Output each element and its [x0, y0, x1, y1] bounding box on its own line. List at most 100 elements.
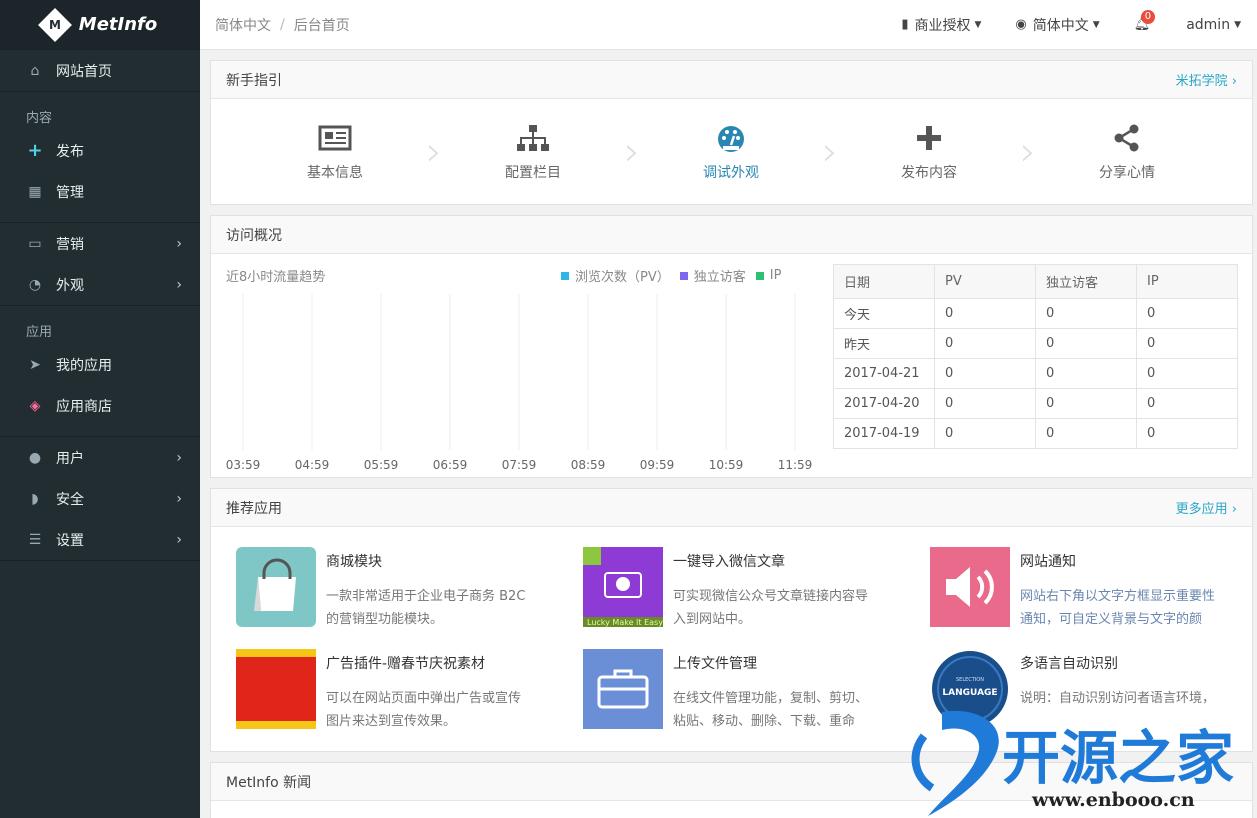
table-cell: 0 — [1136, 298, 1238, 329]
sidebar-item-label: 安全 — [56, 491, 84, 508]
ad-thumb — [236, 649, 316, 729]
step-publish-content[interactable]: 发布内容 — [875, 122, 983, 182]
caret-down-icon: ▼ — [1092, 19, 1100, 30]
chevron-right-icon: › — [822, 128, 838, 175]
sidebar-item-marketing[interactable]: ▭ 营销 › — [0, 223, 200, 264]
app-name: 一键导入微信文章 — [673, 554, 785, 570]
app-site-notice[interactable]: 网站通知 网站右下角以文字方框显示重要性通知，可自定义背景与文字的颜 — [930, 547, 1257, 629]
sidebar-item-manage[interactable]: ▦ 管理 — [0, 171, 200, 212]
more-apps-link[interactable]: 更多应用 › — [1176, 498, 1237, 517]
guide-panel: 新手指引 米拓学院 › 基本信息 › 配置栏目 › 调试外观 › 发布内容 › … — [210, 60, 1253, 205]
app-ad-plugin[interactable]: 广告插件-赠春节庆祝素材 可以在网站页面中弹出广告或宣传图片来达到宣传效果。 — [236, 649, 566, 731]
table-row: 2017-04-21 0 0 0 — [833, 358, 1238, 389]
speaker-icon — [930, 547, 1010, 627]
step-label: 分享心情 — [1099, 164, 1155, 181]
notifications-button[interactable]: 🔔︎ 0 — [1134, 10, 1156, 32]
notification-badge: 0 — [1140, 10, 1156, 24]
app-name: 上传文件管理 — [673, 656, 757, 672]
home-icon: ⌂ — [30, 62, 40, 79]
chevron-right-icon: › — [1020, 128, 1036, 175]
svg-text:开源之家: 开源之家 — [1002, 724, 1234, 792]
globe-icon: ◉ — [1015, 17, 1027, 32]
license-label: 商业授权 — [914, 17, 971, 34]
app-file-manager[interactable]: 上传文件管理 在线文件管理功能，复制、剪切、粘贴、移动、删除、下载、重命 — [583, 649, 913, 731]
table-cell: 2017-04-21 — [833, 358, 935, 389]
svg-text:SELECTION: SELECTION — [956, 677, 984, 683]
chevron-right-icon: › — [176, 449, 182, 466]
logo[interactable]: M MetInfo — [0, 0, 200, 50]
x-tick-label: 11:59 — [778, 458, 813, 470]
table-cell: 今天 — [833, 298, 935, 329]
dashboard-icon: ◔ — [28, 276, 42, 293]
user-menu[interactable]: admin ▼ — [1186, 17, 1241, 33]
step-share[interactable]: 分享心情 — [1073, 122, 1181, 182]
x-tick-label: 05:59 — [364, 458, 399, 470]
table-row: 昨天 0 0 0 — [833, 328, 1238, 359]
academy-link[interactable]: 米拓学院 › — [1176, 70, 1237, 89]
table-cell: 0 — [1035, 388, 1137, 419]
visits-table: 日期 PV 独立访客 IP 今天 0 0 0 昨天 0 0 0 2017-04-21 0 0 0 2017-0… — [833, 264, 1238, 449]
step-basic-info[interactable]: 基本信息 — [281, 122, 389, 182]
table-cell: 0 — [1136, 388, 1238, 419]
app-name: 广告插件-赠春节庆祝素材 — [326, 656, 486, 672]
table-cell: 0 — [934, 418, 1036, 449]
watermark: 开源之家 www.enbooo.cn — [902, 706, 1257, 818]
sidebar-group-content: 内容 — [26, 111, 53, 126]
sidebar-item-users[interactable]: ● 用户 › — [0, 437, 200, 478]
x-tick-label: 04:59 — [295, 458, 330, 470]
x-tick-label: 10:59 — [709, 458, 744, 470]
app-desc: 网站右下角以文字方框显示重要性通知，可自定义背景与文字的颜 — [1020, 589, 1216, 627]
table-cell: 0 — [1035, 328, 1137, 359]
sidebar-item-settings[interactable]: ☰ 设置 › — [0, 519, 200, 560]
sidebar-item-publish[interactable]: + 发布 — [0, 130, 200, 171]
sidebar-item-label: 设置 — [56, 532, 84, 549]
app-name: 网站通知 — [1020, 554, 1076, 570]
table-cell: 0 — [1136, 358, 1238, 389]
table-cell: 0 — [934, 358, 1036, 389]
sidebar-item-label: 网站首页 — [56, 63, 112, 80]
cube-icon: ◈ — [29, 397, 41, 414]
sidebar-item-app-store[interactable]: ◈ 应用商店 — [0, 385, 200, 426]
legend-item-ip[interactable]: IP — [755, 266, 781, 285]
app-desc: 可实现微信公众号文章链接内容导入到网站中。 — [673, 589, 869, 627]
step-config-columns[interactable]: 配置栏目 — [479, 122, 587, 182]
legend-item-pv[interactable]: 浏览次数（PV） — [561, 266, 670, 285]
breadcrumb-language[interactable]: 简体中文 — [215, 15, 271, 35]
wechat-thumb: Lucky Make It Easy — [583, 547, 663, 627]
app-desc: 一款非常适用于企业电子商务 B2C 的营销型功能模块。 — [326, 589, 526, 627]
table-cell: 0 — [1136, 418, 1238, 449]
sidebar-item-label: 外观 — [56, 277, 84, 294]
table-cell: 0 — [934, 298, 1036, 329]
panel-title: 新手指引 — [226, 72, 282, 89]
sidebar-item-my-apps[interactable]: ➤ 我的应用 — [0, 344, 200, 385]
legend-item-visitors[interactable]: 独立访客 — [679, 266, 746, 285]
breadcrumb: 简体中文 / 后台首页 — [215, 15, 350, 35]
app-shop-module[interactable]: 商城模块 一款非常适用于企业电子商务 B2C 的营销型功能模块。 — [236, 547, 566, 629]
grid-icon: ▦ — [28, 183, 42, 200]
x-tick-label: 09:59 — [640, 458, 675, 470]
sidebar-item-home[interactable]: ⌂ 网站首页 — [0, 50, 200, 91]
app-wechat-import[interactable]: Lucky Make It Easy 一键导入微信文章 可实现微信公众号文章链接… — [583, 547, 913, 629]
table-cell: 2017-04-20 — [833, 388, 935, 419]
sidebar-item-label: 应用商店 — [56, 398, 112, 415]
table-header-cell: IP — [1136, 264, 1238, 299]
language-menu[interactable]: ◉ 简体中文 ▼ — [1015, 15, 1099, 35]
license-menu[interactable]: ▮ 商业授权 ▼ — [901, 15, 981, 35]
step-label: 配置栏目 — [505, 164, 561, 181]
panel-title: 推荐应用 — [226, 500, 282, 517]
table-cell: 0 — [1035, 298, 1137, 329]
dashboard-icon — [677, 122, 785, 154]
sidebar-item-security[interactable]: ◗ 安全 › — [0, 478, 200, 519]
step-debug-appearance[interactable]: 调试外观 — [677, 122, 785, 182]
topbar: 简体中文 / 后台首页 ▮ 商业授权 ▼ ◉ 简体中文 ▼ 🔔︎ 0 admin… — [200, 0, 1257, 50]
chevron-right-icon: › — [426, 128, 442, 175]
chart-title: 近8小时流量趋势 — [226, 270, 326, 285]
user-icon: ● — [28, 449, 42, 466]
x-tick-label: 07:59 — [502, 458, 537, 470]
panel-title: 访问概况 — [226, 227, 282, 244]
sliders-icon: ☰ — [28, 531, 42, 548]
chevron-right-icon: › — [176, 490, 182, 507]
sidebar-item-appearance[interactable]: ◔ 外观 › — [0, 264, 200, 305]
sidebar-item-label: 管理 — [56, 184, 84, 201]
table-cell: 0 — [1136, 328, 1238, 359]
